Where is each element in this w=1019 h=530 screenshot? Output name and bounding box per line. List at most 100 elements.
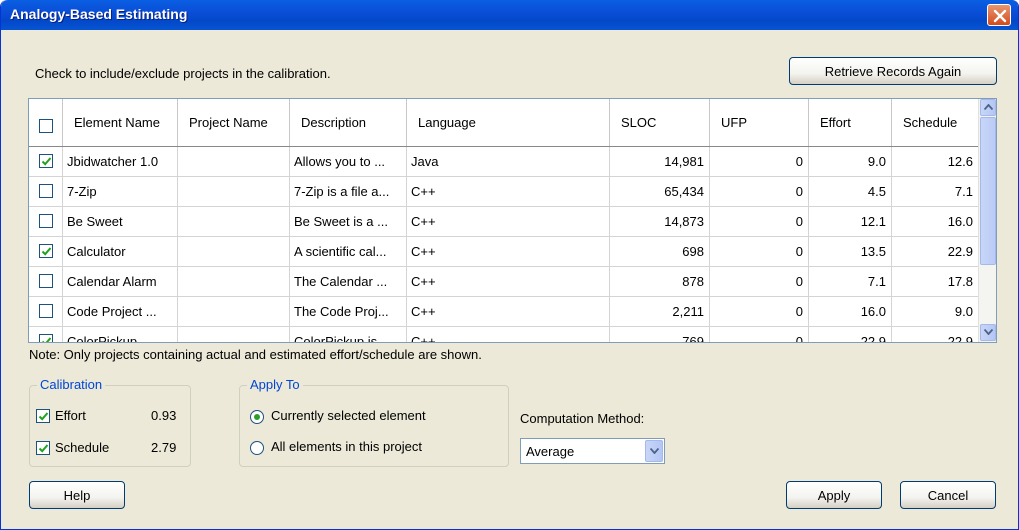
close-button[interactable] <box>987 4 1011 26</box>
cell-ufp: 0 <box>710 237 809 266</box>
apply-button[interactable]: Apply <box>786 481 882 509</box>
title-bar[interactable]: Analogy-Based Estimating <box>1 0 1018 30</box>
table-row[interactable]: 7-Zip 7-Zip is a file a... C++ 65,434 0 4.5 7.… <box>29 177 978 207</box>
col-effort[interactable]: Effort <box>809 99 892 146</box>
cell-language: C++ <box>407 237 610 266</box>
col-sloc[interactable]: SLOC <box>610 99 710 146</box>
cell-schedule: 7.1 <box>954 184 973 199</box>
include-checkbox[interactable] <box>39 334 53 342</box>
col-project-name[interactable]: Project Name <box>178 99 290 146</box>
radio-all-elements-label[interactable]: All elements in this project <box>271 439 422 454</box>
computation-method-label: Computation Method: <box>520 411 645 426</box>
cell-schedule: 22.9 <box>947 334 973 343</box>
include-checkbox[interactable] <box>39 214 53 228</box>
window-title: Analogy-Based Estimating <box>10 6 188 22</box>
cell-include <box>29 147 63 176</box>
radio-all-elements[interactable] <box>250 441 264 455</box>
cell-project-name <box>178 177 290 206</box>
apply-to-group: Apply To Currently selected element All … <box>239 377 509 467</box>
cell-schedule: 16.0 <box>947 214 973 229</box>
cell-effort: 9.0 <box>809 147 892 176</box>
effort-label: Effort <box>55 408 86 423</box>
col-schedule[interactable]: Schedule <box>892 99 978 146</box>
calibration-legend: Calibration <box>37 377 106 392</box>
schedule-label: Schedule <box>55 440 110 455</box>
include-checkbox[interactable] <box>39 154 53 168</box>
chevron-down-icon <box>984 329 993 335</box>
table-header: Element Name Project Name Description La… <box>29 99 978 147</box>
cell-description: Be Sweet is a ... <box>290 207 407 236</box>
cell-include <box>29 267 63 296</box>
cell-element-name: 7-Zip <box>63 177 178 206</box>
cell-effort: 4.5 <box>809 177 892 206</box>
cell-schedule: 22.9 <box>947 244 973 259</box>
col-language[interactable]: Language <box>407 99 610 146</box>
cell-sloc: 65,434 <box>610 177 710 206</box>
scroll-thumb[interactable] <box>980 117 996 265</box>
cell-effort: 13.5 <box>809 237 892 266</box>
cell-description: ColorPickup is ... <box>290 327 407 342</box>
cell-ufp: 0 <box>710 177 809 206</box>
scroll-up-button[interactable] <box>980 99 996 116</box>
check-mark-icon <box>42 337 52 342</box>
chevron-down-icon <box>650 448 659 454</box>
cell-project-name <box>178 207 290 236</box>
cell-language: C++ <box>407 267 610 296</box>
effort-checkbox[interactable] <box>36 409 50 423</box>
cancel-button[interactable]: Cancel <box>900 481 996 509</box>
cell-element-name: Code Project ... <box>63 297 178 326</box>
radio-currently-selected[interactable] <box>250 410 264 424</box>
table-row[interactable]: ColorPickup ColorPickup is ... C++ 769 0 22.9… <box>29 327 978 343</box>
table-scrollbar[interactable] <box>978 99 996 342</box>
cell-description: The Code Proj... <box>290 297 407 326</box>
apply-to-legend: Apply To <box>247 377 303 392</box>
include-checkbox[interactable] <box>39 274 53 288</box>
scroll-down-button[interactable] <box>980 324 996 341</box>
table-row[interactable]: Calculator A scientific cal... C++ 698 0 13.5… <box>29 237 978 267</box>
cell-include <box>29 177 63 206</box>
cell-sloc: 698 <box>610 237 710 266</box>
col-description[interactable]: Description <box>290 99 407 146</box>
cell-include <box>29 327 63 342</box>
header-checkbox-cell <box>29 99 63 146</box>
include-checkbox[interactable] <box>39 244 53 258</box>
table-row[interactable]: Be Sweet Be Sweet is a ... C++ 14,873 0 12.1 1… <box>29 207 978 237</box>
retrieve-records-button[interactable]: Retrieve Records Again <box>789 57 997 85</box>
cell-project-name <box>178 327 290 342</box>
dropdown-button[interactable] <box>645 440 663 462</box>
cell-schedule: 12.6 <box>947 154 973 169</box>
help-button[interactable]: Help <box>29 481 125 509</box>
cell-element-name: ColorPickup <box>63 327 178 342</box>
cell-include <box>29 297 63 326</box>
cell-sloc: 2,211 <box>610 297 710 326</box>
col-ufp[interactable]: UFP <box>710 99 809 146</box>
note-text: Note: Only projects containing actual an… <box>29 347 482 362</box>
cell-description: A scientific cal... <box>290 237 407 266</box>
radio-currently-selected-label[interactable]: Currently selected element <box>271 408 426 423</box>
check-mark-icon <box>38 444 49 453</box>
table-row[interactable]: Jbidwatcher 1.0 Allows you to ... Java 14,9… <box>29 147 978 177</box>
include-checkbox[interactable] <box>39 184 53 198</box>
cell-sloc: 14,981 <box>610 147 710 176</box>
computation-method-select[interactable]: Average <box>520 438 665 464</box>
cell-project-name <box>178 297 290 326</box>
col-element-name[interactable]: Element Name <box>63 99 178 146</box>
table-row[interactable]: Code Project ... The Code Proj... C++ 2,211… <box>29 297 978 327</box>
chevron-up-icon <box>984 104 993 110</box>
select-all-checkbox[interactable] <box>39 119 53 133</box>
cell-ufp: 0 <box>710 267 809 296</box>
cell-description: 7-Zip is a file a... <box>290 177 407 206</box>
cell-description: The Calendar ... <box>290 267 407 296</box>
cell-element-name: Calculator <box>63 237 178 266</box>
cell-include <box>29 237 63 266</box>
instruction-text: Check to include/exclude projects in the… <box>35 66 331 81</box>
cell-element-name: Be Sweet <box>63 207 178 236</box>
close-icon <box>993 9 1007 23</box>
include-checkbox[interactable] <box>39 304 53 318</box>
cell-project-name <box>178 147 290 176</box>
cell-sloc: 878 <box>610 267 710 296</box>
table-row[interactable]: Calendar Alarm The Calendar ... C++ 878 0 7.1… <box>29 267 978 297</box>
check-mark-icon <box>41 157 52 166</box>
schedule-checkbox[interactable] <box>36 441 50 455</box>
check-mark-icon <box>38 412 49 421</box>
